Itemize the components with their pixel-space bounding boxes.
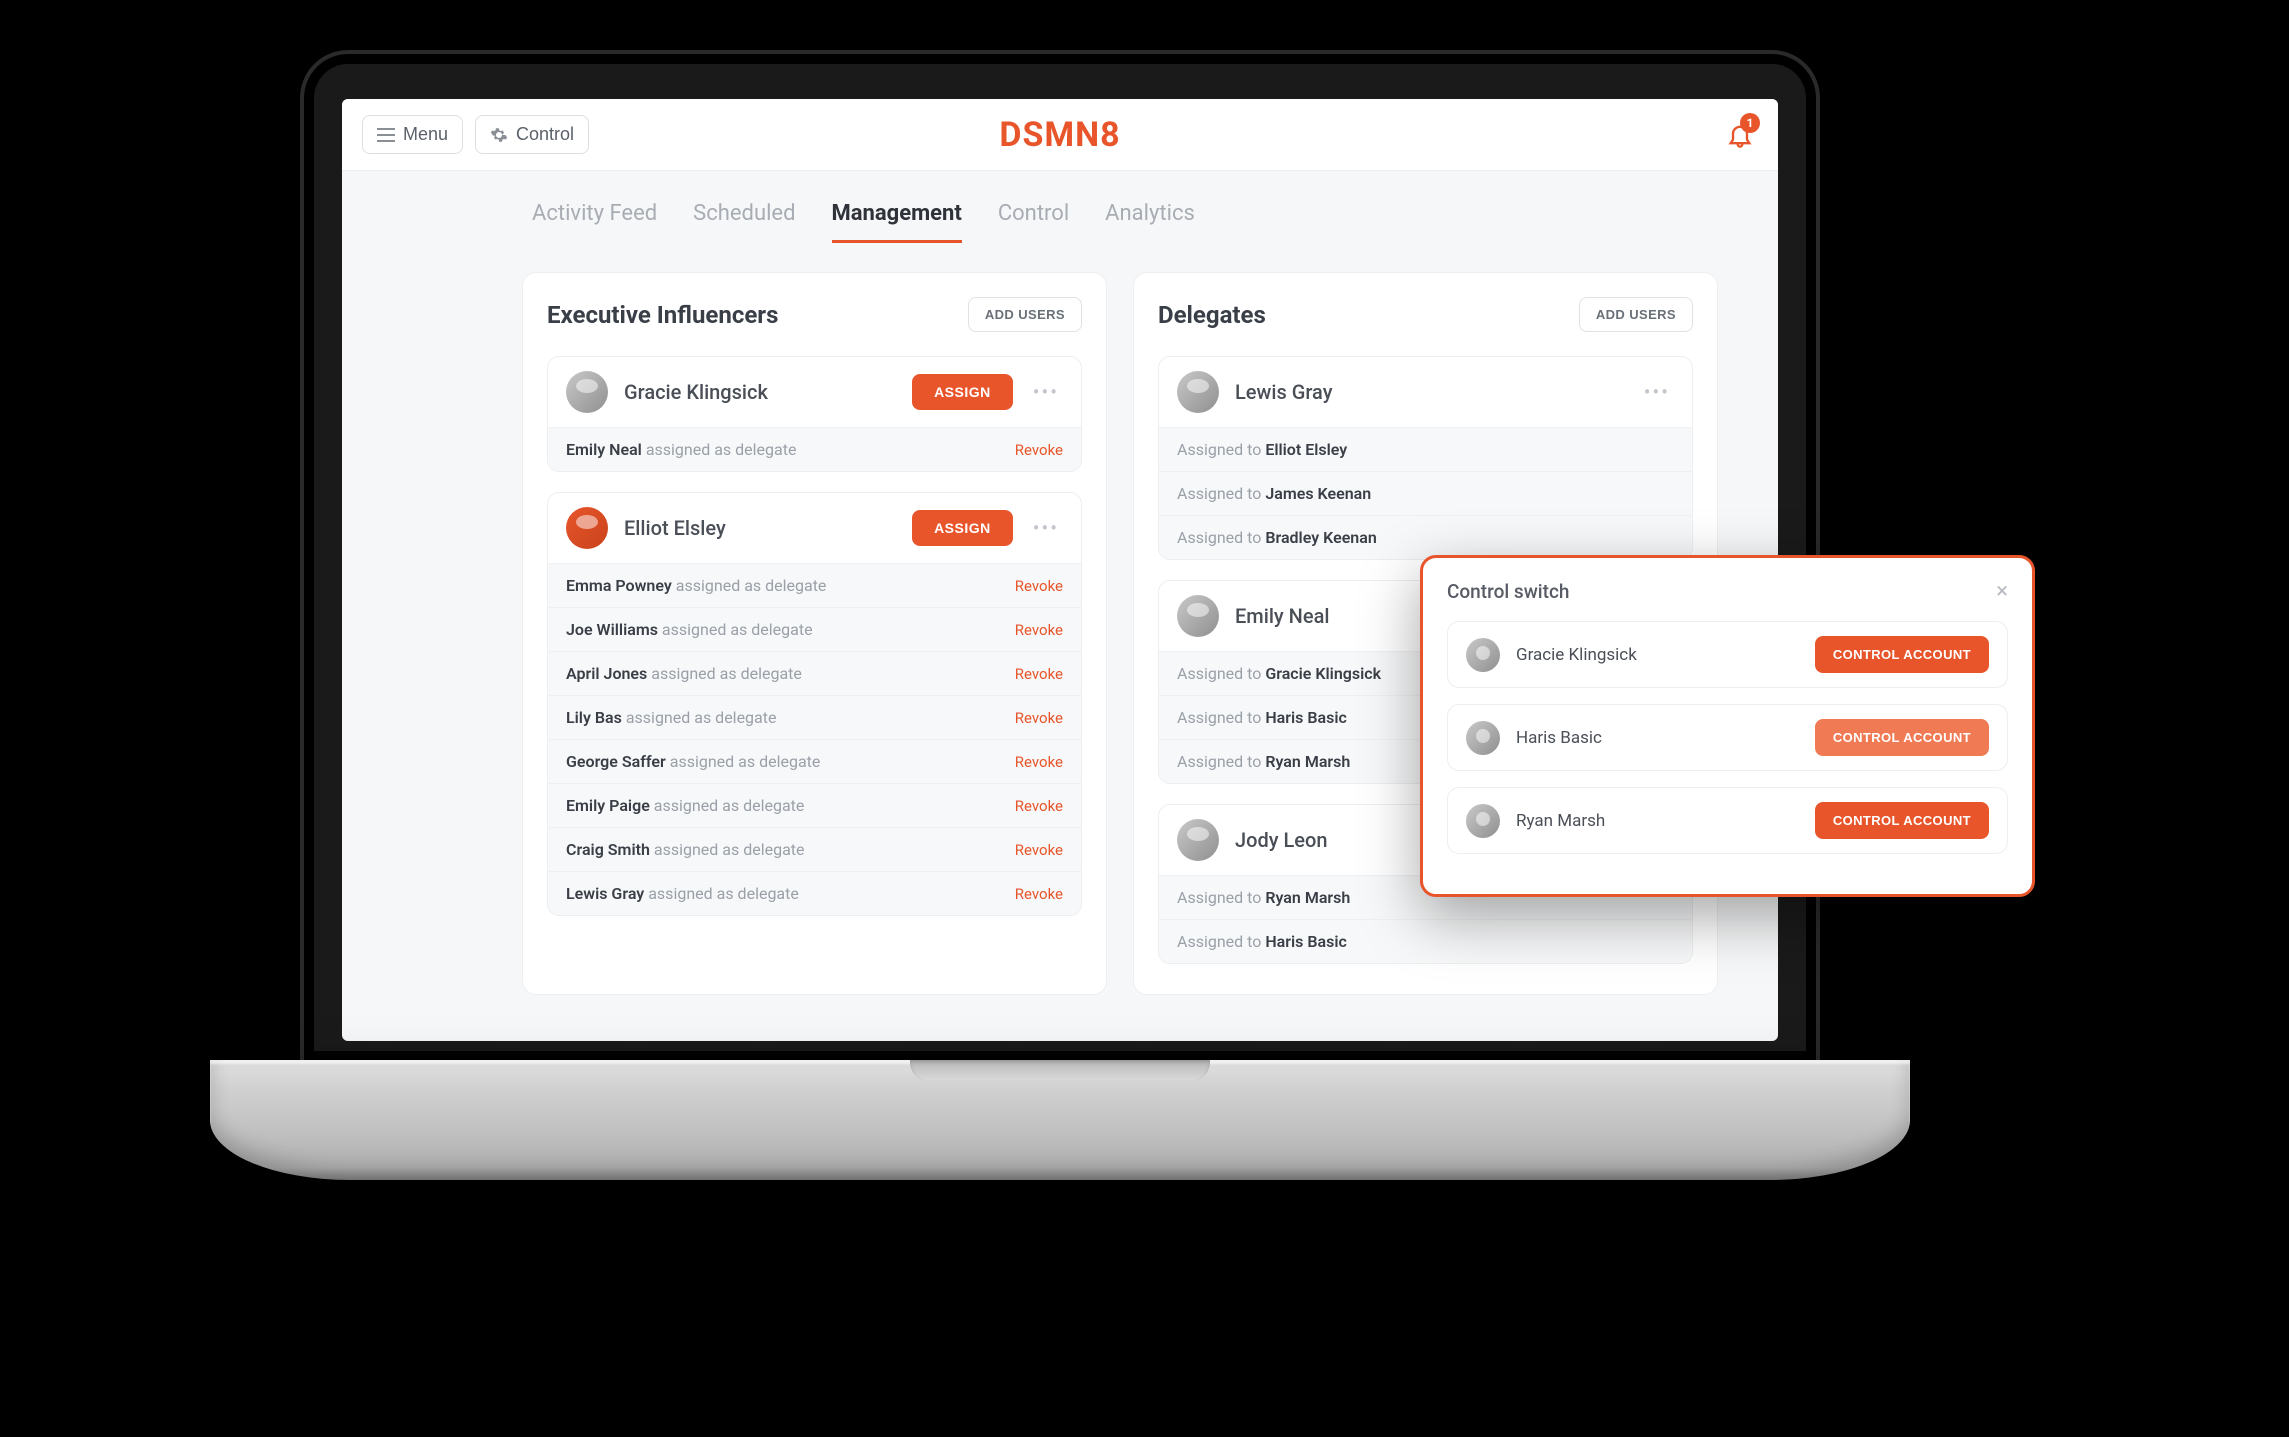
revoke-link[interactable]: Revoke	[1015, 665, 1063, 683]
revoke-link[interactable]: Revoke	[1015, 577, 1063, 595]
delegate-row: April Jones assigned as delegateRevoke	[548, 651, 1081, 695]
notifications-button[interactable]: 1	[1722, 117, 1758, 153]
delegate-card: Lewis Gray ••• Assigned to Elliot Elsley…	[1158, 356, 1693, 560]
gear-icon	[490, 126, 508, 144]
tab-management[interactable]: Management	[832, 201, 962, 243]
avatar	[1177, 595, 1219, 637]
tab-analytics[interactable]: Analytics	[1105, 201, 1195, 243]
delegate-row: Emily Neal assigned as delegate Revoke	[548, 427, 1081, 471]
delegate-row: Joe Williams assigned as delegateRevoke	[548, 607, 1081, 651]
tabs: Activity Feed Scheduled Management Contr…	[342, 201, 1778, 244]
panel-title: Delegates	[1158, 301, 1266, 329]
control-button[interactable]: Control	[475, 115, 589, 154]
delegate-row: Lewis Gray assigned as delegateRevoke	[548, 871, 1081, 915]
topbar: Menu Control DSMN8 1	[342, 99, 1778, 171]
control-account-row: Haris Basic CONTROL ACCOUNT	[1447, 704, 2008, 771]
executive-name: Elliot Elsley	[624, 516, 896, 540]
revoke-link[interactable]: Revoke	[1015, 885, 1063, 903]
add-users-button[interactable]: ADD USERS	[1579, 297, 1693, 332]
delegate-row: Lily Bas assigned as delegateRevoke	[548, 695, 1081, 739]
executive-card: Elliot Elsley ASSIGN ••• Emma Powney ass…	[547, 492, 1082, 916]
delegate-row: Emily Paige assigned as delegateRevoke	[548, 783, 1081, 827]
tab-scheduled[interactable]: Scheduled	[693, 201, 795, 243]
delegate-row: Craig Smith assigned as delegateRevoke	[548, 827, 1081, 871]
control-account-button[interactable]: CONTROL ACCOUNT	[1815, 802, 1989, 839]
avatar	[1466, 804, 1500, 838]
laptop-notch	[910, 1060, 1210, 1082]
delegate-phrase: assigned as delegate	[646, 440, 797, 459]
executive-name: Gracie Klingsick	[624, 380, 896, 404]
delegate-name: Emily Neal	[566, 440, 642, 459]
panel-title: Executive Influencers	[547, 301, 778, 329]
avatar	[566, 371, 608, 413]
assigned-row: Assigned to James Keenan	[1159, 471, 1692, 515]
delegate-row: Emma Powney assigned as delegateRevoke	[548, 563, 1081, 607]
add-users-button[interactable]: ADD USERS	[968, 297, 1082, 332]
hamburger-icon	[377, 128, 395, 142]
delegate-name: Lewis Gray	[1235, 380, 1624, 404]
avatar	[566, 507, 608, 549]
control-switch-popup: Control switch × Gracie Klingsick CONTRO…	[1420, 555, 2035, 897]
more-icon[interactable]: •••	[1029, 516, 1063, 540]
executive-influencers-panel: Executive Influencers ADD USERS Gracie K…	[522, 272, 1107, 995]
menu-label: Menu	[403, 124, 448, 145]
control-account-row: Gracie Klingsick CONTROL ACCOUNT	[1447, 621, 2008, 688]
avatar	[1466, 638, 1500, 672]
notification-count-badge: 1	[1740, 113, 1760, 133]
assigned-row: Assigned to Elliot Elsley	[1159, 427, 1692, 471]
revoke-link[interactable]: Revoke	[1015, 753, 1063, 771]
revoke-link[interactable]: Revoke	[1015, 441, 1063, 459]
avatar	[1466, 721, 1500, 755]
assigned-row: Assigned to Bradley Keenan	[1159, 515, 1692, 559]
more-icon[interactable]: •••	[1640, 380, 1674, 404]
assigned-row: Assigned to Haris Basic	[1159, 919, 1692, 963]
control-account-row: Ryan Marsh CONTROL ACCOUNT	[1447, 787, 2008, 854]
revoke-link[interactable]: Revoke	[1015, 621, 1063, 639]
account-name: Ryan Marsh	[1516, 811, 1799, 831]
avatar	[1177, 371, 1219, 413]
control-account-button[interactable]: CONTROL ACCOUNT	[1815, 719, 1989, 756]
account-name: Gracie Klingsick	[1516, 645, 1799, 665]
executive-card: Gracie Klingsick ASSIGN ••• Emily Neal a…	[547, 356, 1082, 472]
more-icon[interactable]: •••	[1029, 380, 1063, 404]
control-account-button[interactable]: CONTROL ACCOUNT	[1815, 636, 1989, 673]
tab-activity-feed[interactable]: Activity Feed	[532, 201, 657, 243]
revoke-link[interactable]: Revoke	[1015, 841, 1063, 859]
assign-button[interactable]: ASSIGN	[912, 374, 1013, 410]
menu-button[interactable]: Menu	[362, 115, 463, 154]
assign-button[interactable]: ASSIGN	[912, 510, 1013, 546]
brand-logo: DSMN8	[999, 115, 1120, 155]
control-label: Control	[516, 124, 574, 145]
revoke-link[interactable]: Revoke	[1015, 709, 1063, 727]
revoke-link[interactable]: Revoke	[1015, 797, 1063, 815]
avatar	[1177, 819, 1219, 861]
popup-title: Control switch	[1447, 580, 1569, 603]
account-name: Haris Basic	[1516, 728, 1799, 748]
delegate-row: George Saffer assigned as delegateRevoke	[548, 739, 1081, 783]
close-icon[interactable]: ×	[1996, 581, 2008, 603]
tab-control[interactable]: Control	[998, 201, 1069, 243]
